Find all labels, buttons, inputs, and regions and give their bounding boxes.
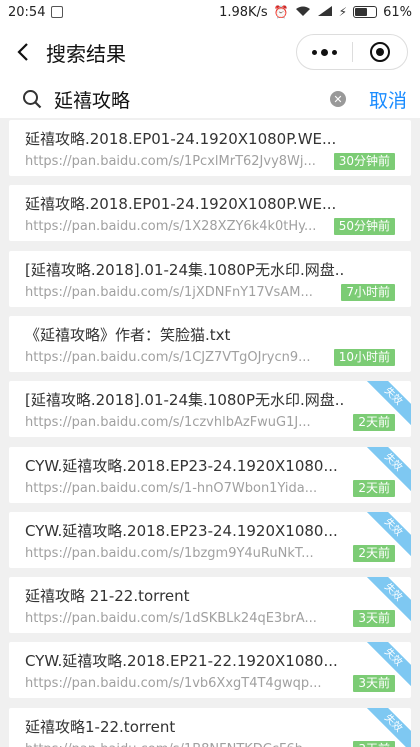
result-card[interactable]: 延禧攻略1-22.torrent https://pan.baidu.com/s/…: [9, 707, 411, 747]
cancel-button[interactable]: 取消: [369, 86, 407, 113]
more-button[interactable]: [297, 35, 352, 69]
result-url: https://pan.baidu.com/s/1X28XZY6k4k0tHy.…: [25, 219, 317, 235]
result-url: https://pan.baidu.com/s/1-hnO7Wbon1Yida.…: [25, 480, 318, 496]
back-button[interactable]: [4, 24, 44, 80]
result-card[interactable]: 延禧攻略.2018.EP01-24.1920X1080P.WE... https:…: [9, 185, 411, 242]
result-card[interactable]: 延禧攻略.2018.EP01-24.1920X1080P.WE... https:…: [9, 120, 411, 176]
search-bar: ✕ 取消: [0, 80, 420, 118]
alarm-icon: ⏰: [273, 5, 289, 19]
result-time-badge: 3天前: [353, 675, 395, 693]
close-target-icon: [369, 42, 390, 62]
status-right: 1.98K/s ⏰ ⚡ 61%: [219, 5, 412, 20]
result-url: https://pan.baidu.com/s/1B8NFNTKDCcF6h..…: [25, 742, 331, 747]
result-url: https://pan.baidu.com/s/1PcxlMrT62Jvy8Wj…: [25, 154, 316, 169]
result-time-badge: 2天前: [353, 544, 395, 562]
search-icon: [23, 90, 42, 109]
result-url: https://pan.baidu.com/s/1dSKBLk24qE3brA.…: [25, 611, 317, 627]
result-name: 延禧攻略.2018.EP01-24.1920X1080P.WE...: [25, 195, 337, 214]
result-time-badge: 50分钟前: [333, 218, 395, 236]
result-name: [延禧攻略.2018].01-24集.1080P无水印.网盘...: [25, 260, 345, 279]
battery-fill: [355, 8, 367, 16]
result-card[interactable]: CYW.延禧攻略.2018.EP21-22.1920X1080... https:…: [9, 642, 411, 699]
result-name: 延禧攻略1-22.torrent: [25, 717, 176, 736]
more-dots-icon: [311, 49, 317, 55]
result-time-badge: 2天前: [353, 414, 395, 432]
close-button[interactable]: [352, 35, 407, 69]
sim-icon: [51, 6, 64, 18]
result-time-badge: 10小时前: [333, 348, 395, 366]
result-card[interactable]: CYW.延禧攻略.2018.EP23-24.1920X1080... https:…: [9, 511, 411, 568]
charging-icon: ⚡: [338, 5, 348, 19]
result-card[interactable]: CYW.延禧攻略.2018.EP23-24.1920X1080... https:…: [9, 446, 411, 503]
status-time: 20:54: [8, 4, 46, 20]
result-name: 延禧攻略.2018.EP01-24.1920X1080P.WE...: [25, 130, 337, 148]
result-card[interactable]: 延禧攻略 21-22.torrent https://pan.baidu.com/…: [9, 577, 411, 634]
result-time-badge: 3天前: [353, 740, 395, 747]
result-url: https://pan.baidu.com/s/1jXDNFnY17VsAM..…: [25, 284, 313, 300]
result-time-badge: 2天前: [353, 479, 395, 497]
result-card[interactable]: [延禧攻略.2018].01-24集.1080P无水印.网盘... https:/…: [9, 381, 411, 438]
mini-program-capsule: [296, 34, 408, 70]
result-name: [延禧攻略.2018].01-24集.1080P无水印.网盘...: [25, 391, 345, 410]
result-name: 延禧攻略 21-22.torrent: [25, 587, 190, 606]
page-title: 搜索结果: [46, 41, 126, 66]
back-arrow-icon: [17, 43, 28, 61]
signal-icon: [317, 5, 333, 20]
result-name: CYW.延禧攻略.2018.EP21-22.1920X1080...: [25, 652, 338, 671]
result-name: CYW.延禧攻略.2018.EP23-24.1920X1080...: [25, 456, 338, 475]
nav-bar: 搜索结果: [0, 24, 420, 80]
result-time-badge: 30分钟前: [333, 153, 395, 170]
result-url: https://pan.baidu.com/s/1CJZ7VTgOJrycn9.…: [25, 349, 311, 365]
result-card[interactable]: 《延禧攻略》作者：笑脸猫.txt https://pan.baidu.com/s/…: [9, 315, 411, 372]
clear-icon[interactable]: ✕: [330, 91, 346, 107]
result-list: 延禧攻略.2018.EP01-24.1920X1080P.WE... https:…: [0, 118, 420, 747]
search-input[interactable]: [54, 88, 304, 110]
result-url: https://pan.baidu.com/s/1bzgm9Y4uRuNkT..…: [25, 545, 314, 561]
result-time-badge: 3天前: [353, 610, 395, 628]
result-name: 《延禧攻略》作者：笑脸猫.txt: [25, 325, 231, 344]
result-time-badge: 7小时前: [341, 283, 395, 301]
battery-icon: [353, 6, 378, 18]
result-url: https://pan.baidu.com/s/1czvhlbAzFwuG1J.…: [25, 415, 311, 431]
result-card[interactable]: [延禧攻略.2018].01-24集.1080P无水印.网盘... https:/…: [9, 250, 411, 307]
network-speed: 1.98K/s: [219, 4, 268, 20]
result-url: https://pan.baidu.com/s/1vb6XxgT4T4gwqp.…: [25, 676, 322, 692]
wifi-icon: [295, 5, 311, 20]
battery-percent: 61%: [383, 4, 412, 20]
result-name: CYW.延禧攻略.2018.EP23-24.1920X1080...: [25, 521, 338, 540]
status-bar: 20:54 1.98K/s ⏰ ⚡ 61%: [0, 0, 420, 24]
